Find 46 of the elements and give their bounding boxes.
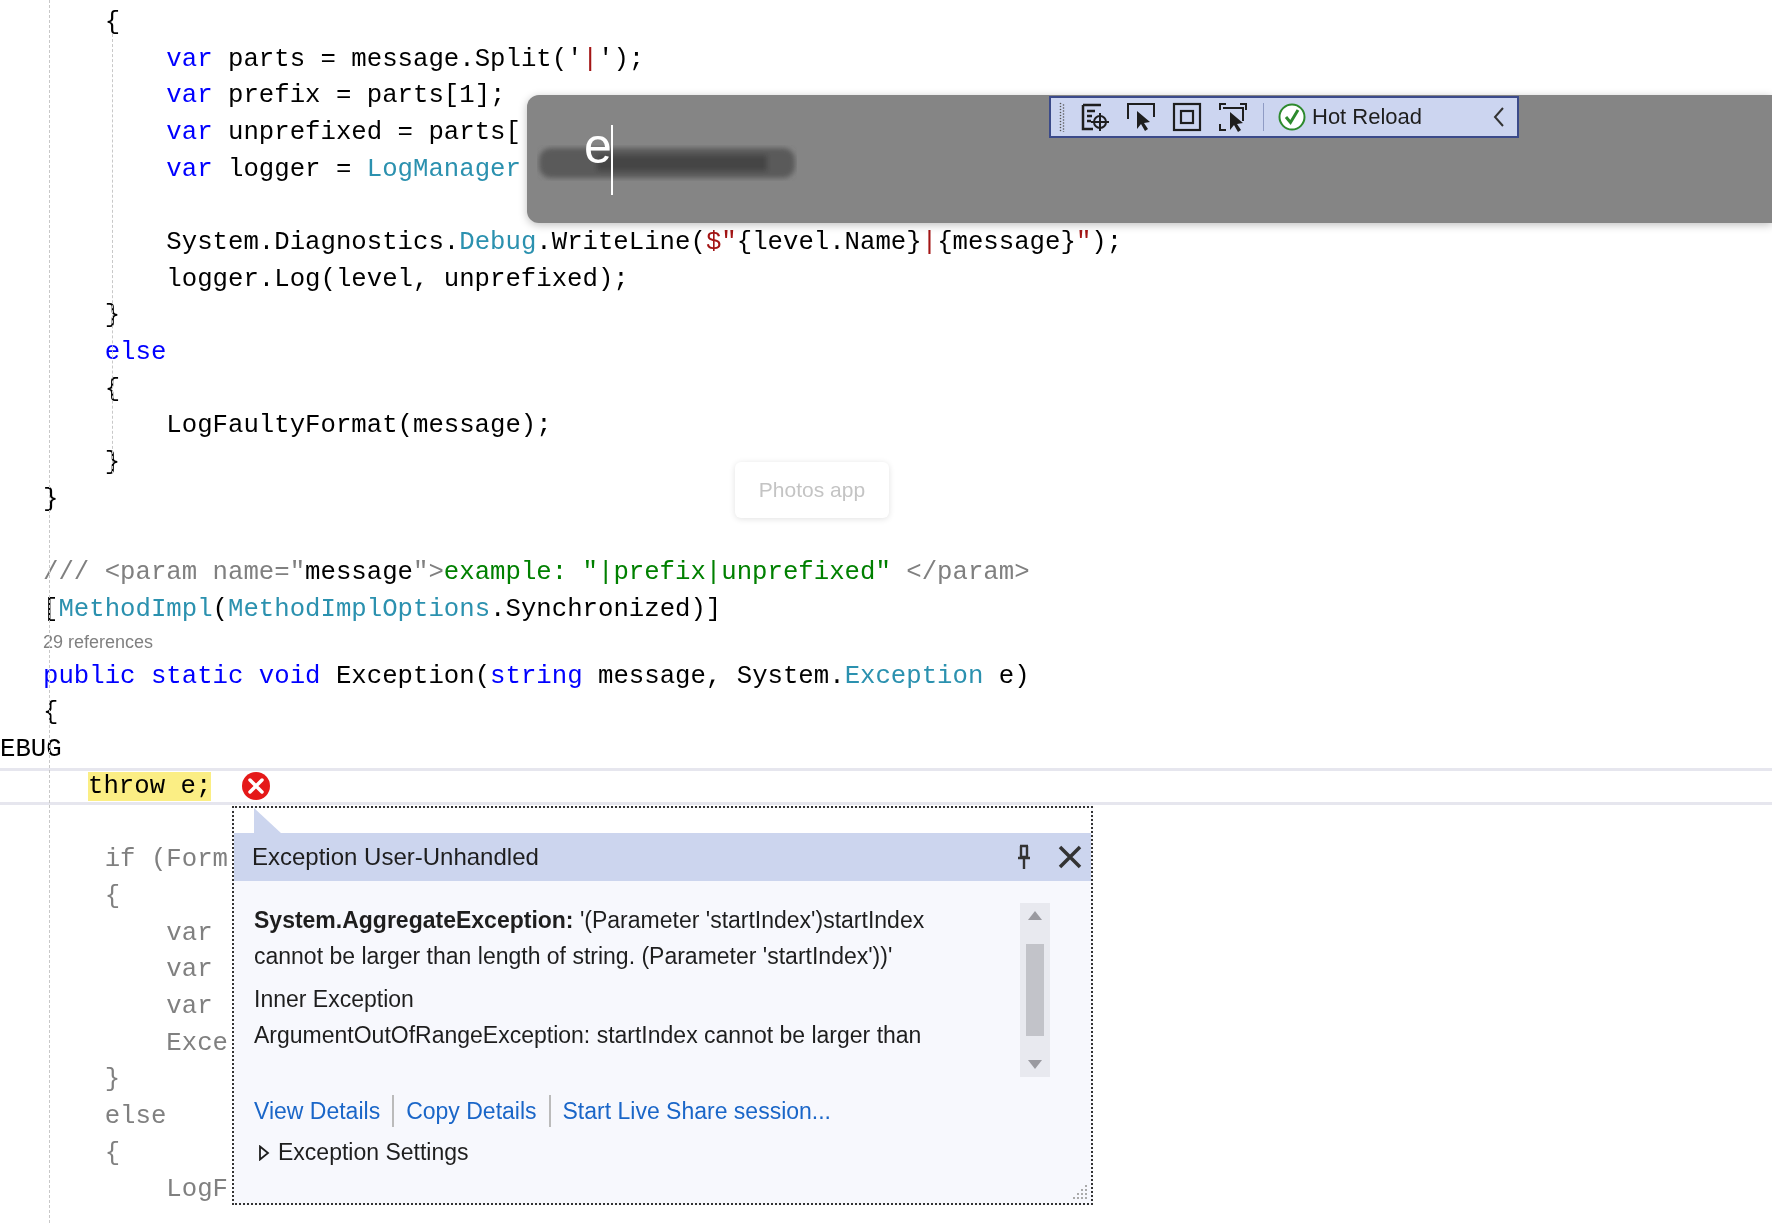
error-icon xyxy=(241,771,272,802)
code-line: LogFaultyFormat(message); xyxy=(165,411,552,441)
code-line: var parts = message.Split('|'); xyxy=(165,44,645,74)
target-list-icon[interactable] xyxy=(1079,101,1111,133)
exception-message: System.AggregateException: '(Parameter 'startIndex')startIndex cannot be larger than length of string. (Parameter 'startIndex'))' xyxy=(254,906,926,971)
code-line: public static void Exception(string message, System.Exception e) xyxy=(43,661,1030,691)
code-line: EBUG xyxy=(0,734,62,764)
code-line: /// <param name="message">example: "|prefix|unprefixed" </param> xyxy=(43,558,1030,588)
code-line: var logger = LogManager xyxy=(165,154,521,184)
select-element-icon[interactable] xyxy=(1217,101,1249,133)
code-line: LogF xyxy=(165,1175,228,1205)
popup-title: Exception User-Unhandled xyxy=(252,843,540,871)
code-line: var unprefixed = parts[ xyxy=(165,117,521,147)
code-line: var prefix = parts[1]; xyxy=(165,81,506,111)
code-line: else xyxy=(103,338,167,368)
code-line: var xyxy=(165,918,213,948)
exception-settings-toggle[interactable]: Exception Settings xyxy=(234,1127,1091,1166)
inner-exception-heading: Inner Exception xyxy=(254,985,415,1015)
code-line: { xyxy=(103,7,121,37)
text-cursor xyxy=(611,125,613,195)
inner-exception-message: ArgumentOutOfRangeException: startIndex cannot be larger than xyxy=(254,1020,923,1050)
code-line: if (Form xyxy=(103,845,228,875)
code-line: { xyxy=(103,881,121,911)
code-line: } xyxy=(43,484,59,514)
code-line: System.Diagnostics.Debug.WriteLine($"{level.Name}|{message}"); xyxy=(165,227,1123,257)
code-line: } xyxy=(103,1065,121,1095)
code-line: Exce xyxy=(165,1028,228,1058)
details-link[interactable]: View Details xyxy=(254,1097,381,1125)
scroll-thumb[interactable] xyxy=(1026,944,1044,1036)
code-line: var xyxy=(165,992,213,1022)
scrollbar[interactable] xyxy=(1020,903,1050,1077)
hot-reload-button[interactable]: Hot Reload xyxy=(1278,103,1423,131)
frame-icon[interactable] xyxy=(1171,101,1203,133)
code-line: logger.Log(level, unprefixed); xyxy=(165,264,629,294)
tooltip: Photos app xyxy=(735,462,889,518)
check-circle-icon xyxy=(1278,103,1306,131)
details-link[interactable]: Start Live Share session... xyxy=(562,1097,831,1125)
grip-icon[interactable] xyxy=(1059,102,1065,132)
code-line: else xyxy=(103,1102,167,1132)
typed-text: e xyxy=(584,121,612,171)
pin-icon[interactable] xyxy=(1015,844,1033,870)
code-line: var xyxy=(165,955,213,985)
close-icon[interactable] xyxy=(1057,844,1083,870)
details-link[interactable]: Copy Details xyxy=(406,1097,537,1125)
code-line: { xyxy=(103,1138,121,1168)
pointer-icon[interactable] xyxy=(1125,101,1157,133)
